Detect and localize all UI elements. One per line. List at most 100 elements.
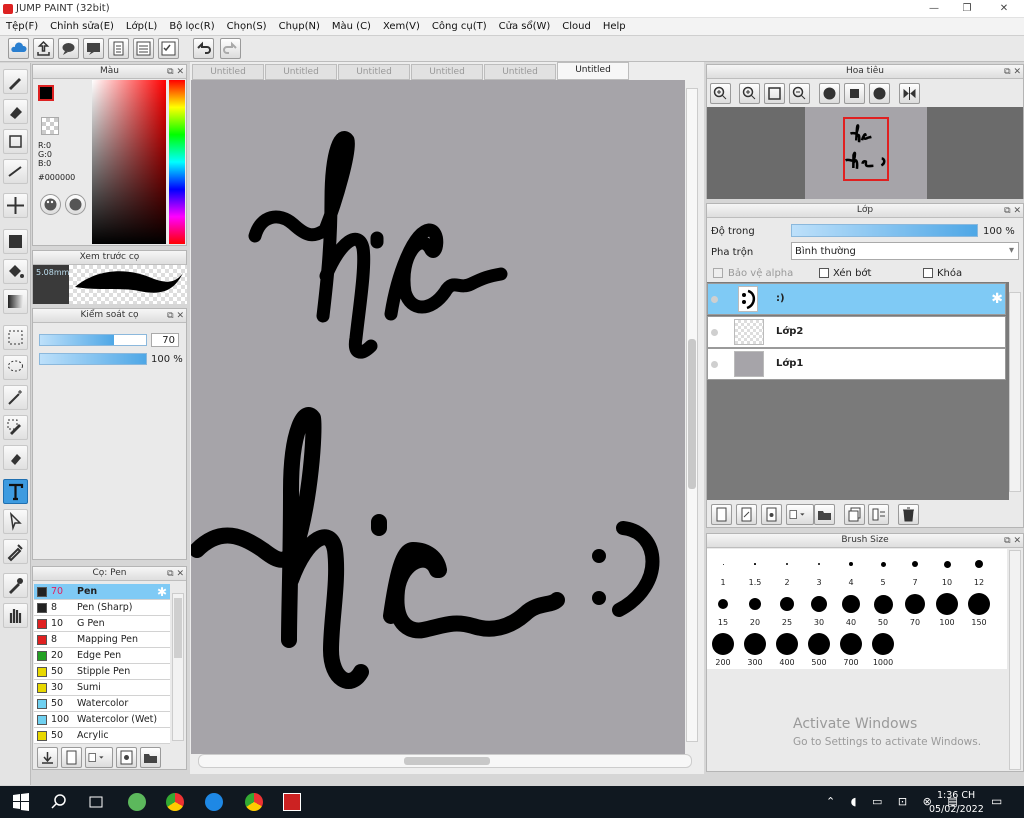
tool-eraser[interactable] <box>3 99 28 124</box>
brush-size-option[interactable]: 30 <box>803 589 835 629</box>
color-palette-button[interactable] <box>40 194 61 215</box>
protect-alpha-checkbox[interactable] <box>713 268 723 278</box>
saturation-value-picker[interactable] <box>92 80 166 244</box>
search-icon[interactable] <box>50 793 68 811</box>
brush-size-option[interactable]: 1.5 <box>739 549 771 589</box>
brush-size-option[interactable]: 50 <box>867 589 899 629</box>
layer-folder-button[interactable] <box>814 504 835 525</box>
brush-size-option[interactable]: 400 <box>771 629 803 669</box>
brush-size-option[interactable]: 25 <box>771 589 803 629</box>
checklist-button[interactable] <box>158 38 179 59</box>
new-layer-dropdown-button[interactable] <box>786 504 814 525</box>
notification-icon[interactable]: ▭ <box>991 794 1002 808</box>
tool-line[interactable] <box>3 159 28 184</box>
comment-button[interactable] <box>58 38 79 59</box>
brush-download-button[interactable] <box>37 747 58 768</box>
foreground-color-swatch[interactable] <box>38 85 54 101</box>
doc-tab-3[interactable]: Untitled <box>338 64 410 80</box>
layer-settings-gear-icon[interactable]: ✱ <box>991 291 1003 307</box>
windows-start-icon[interactable] <box>12 793 30 811</box>
tool-magic-wand[interactable] <box>3 385 28 410</box>
vertical-scrollbar[interactable] <box>686 88 698 742</box>
layer-list-scrollbar[interactable] <box>1009 292 1021 492</box>
menu-window[interactable]: Cửa sổ(W) <box>493 18 557 36</box>
brush-settings-button[interactable] <box>116 747 137 768</box>
brush-size-slider[interactable] <box>39 334 147 346</box>
tool-select-pen[interactable] <box>3 415 28 440</box>
reset-view-button[interactable] <box>844 83 865 104</box>
chrome-icon[interactable] <box>166 793 184 811</box>
panel-close-icon[interactable]: ⧉ ✕ <box>1004 205 1021 218</box>
brush-size-option[interactable]: 100 <box>931 589 963 629</box>
layer-row-lop2[interactable]: Lớp2 <box>707 316 1006 348</box>
panel-close-icon[interactable]: ⧉ ✕ <box>167 310 184 323</box>
brush-size-option[interactable]: 7 <box>899 549 931 589</box>
menu-layer[interactable]: Lớp(L) <box>120 18 163 36</box>
menu-color[interactable]: Màu (C) <box>326 18 377 36</box>
drawing-canvas[interactable] <box>191 80 685 754</box>
tool-hand[interactable] <box>3 603 28 628</box>
clipping-checkbox[interactable] <box>819 268 829 278</box>
delete-layer-button[interactable] <box>898 504 919 525</box>
visibility-toggle-icon[interactable] <box>711 361 718 368</box>
menu-filter[interactable]: Bộ lọc(R) <box>163 18 220 36</box>
new-vector-layer-button[interactable] <box>736 504 757 525</box>
clock-time[interactable]: 1:36 CH <box>937 790 975 801</box>
tool-dropper[interactable] <box>3 573 28 598</box>
brush-size-option[interactable]: 15 <box>707 589 739 629</box>
clock-date[interactable]: 05/02/2022 <box>929 804 984 815</box>
doc-tab-2[interactable]: Untitled <box>265 64 337 80</box>
close-button[interactable]: ✕ <box>988 0 1020 18</box>
zoom-in-2-button[interactable] <box>739 83 760 104</box>
blend-mode-select[interactable]: Bình thường ▾ <box>791 242 1019 260</box>
jump-paint-taskbar-icon[interactable] <box>283 793 301 811</box>
layer-opacity-slider[interactable] <box>791 224 978 237</box>
menu-file[interactable]: Tệp(F) <box>0 18 44 36</box>
hue-slider[interactable] <box>169 80 185 244</box>
layer-row-lop1[interactable]: Lớp1 <box>707 348 1006 380</box>
brush-size-option[interactable]: 700 <box>835 629 867 669</box>
chrome-profile-icon[interactable] <box>245 793 263 811</box>
flip-horizontal-button[interactable] <box>899 83 920 104</box>
fit-screen-button[interactable] <box>764 83 785 104</box>
tool-select-rect[interactable] <box>3 325 28 350</box>
navigator-viewport-box[interactable] <box>843 117 889 181</box>
visibility-toggle-icon[interactable] <box>711 296 718 303</box>
brush-list-item[interactable]: 8 Pen (Sharp) <box>34 600 170 616</box>
minimize-button[interactable]: — <box>918 0 950 18</box>
app-green-icon[interactable] <box>128 793 146 811</box>
tool-brush[interactable] <box>3 69 28 94</box>
navigator-view[interactable] <box>707 107 1023 199</box>
tool-gradient[interactable] <box>3 289 28 314</box>
brush-list-item[interactable]: 20 Edge Pen <box>34 648 170 664</box>
message-button[interactable] <box>83 38 104 59</box>
zoom-in-button[interactable] <box>710 83 731 104</box>
duplicate-layer-button[interactable] <box>844 504 865 525</box>
menu-capture[interactable]: Chụp(N) <box>273 18 326 36</box>
zoom-out-button[interactable] <box>789 83 810 104</box>
menu-select[interactable]: Chọn(S) <box>221 18 273 36</box>
redo-button[interactable] <box>220 38 241 59</box>
brush-list-item[interactable]: 50 Watercolor <box>34 696 170 712</box>
brush-size-option[interactable]: 70 <box>899 589 931 629</box>
brush-list-scrollbar[interactable] <box>172 593 184 741</box>
tool-fill-rect[interactable] <box>3 229 28 254</box>
brush-size-option[interactable]: 200 <box>707 629 739 669</box>
new-layer-button[interactable] <box>711 504 732 525</box>
brush-size-option[interactable]: 12 <box>963 549 995 589</box>
tool-eyedropper[interactable] <box>3 539 28 564</box>
brush-list-item[interactable]: 50 Acrylic <box>34 728 170 744</box>
doc-tab-4[interactable]: Untitled <box>411 64 483 80</box>
brush-size-value[interactable]: 70 <box>151 333 179 347</box>
brush-size-option[interactable]: 150 <box>963 589 995 629</box>
brush-list-item[interactable]: 70 Pen ✱ <box>34 584 170 600</box>
brush-copy-button[interactable] <box>85 747 113 768</box>
menu-tools[interactable]: Công cụ(T) <box>426 18 493 36</box>
brush-folder-button[interactable] <box>140 747 161 768</box>
visibility-toggle-icon[interactable] <box>711 329 718 336</box>
tool-rectangle[interactable] <box>3 129 28 154</box>
brush-list-item[interactable]: 10 G Pen <box>34 616 170 632</box>
brush-size-option[interactable]: 5 <box>867 549 899 589</box>
panel-close-icon[interactable]: ⧉ ✕ <box>1004 535 1021 548</box>
brush-list-item[interactable]: 30 Sumi <box>34 680 170 696</box>
